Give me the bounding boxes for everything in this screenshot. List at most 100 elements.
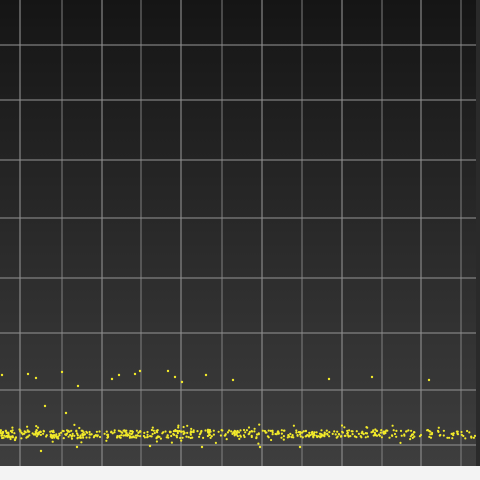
data-point [346,429,349,432]
data-point [146,430,149,434]
data-point [257,432,260,435]
data-point [189,436,192,440]
data-point [341,430,344,433]
data-point [34,376,38,380]
data-point [187,436,190,439]
data-point [139,435,142,438]
data-point [295,431,298,434]
data-point [452,432,455,435]
data-point [35,425,38,428]
data-point [280,429,283,432]
data-point [221,429,224,432]
data-point [82,436,85,439]
data-point [236,429,239,433]
data-point [39,430,42,434]
data-point [4,429,7,432]
data-point [20,437,23,440]
data-point [323,435,326,438]
data-point [110,431,113,434]
data-point [225,438,228,441]
data-point [0,434,3,437]
data-point [390,434,394,437]
data-point [455,430,458,433]
data-point [105,430,108,433]
data-point [214,441,217,444]
data-point [138,369,142,373]
data-point [81,433,84,436]
data-point [182,430,185,433]
data-point [239,434,242,437]
data-point [85,436,88,439]
data-point [181,436,184,439]
data-point [347,434,350,437]
data-point [26,425,29,428]
data-point [325,429,328,432]
data-point [1,430,5,434]
data-point [230,430,233,433]
data-point [53,436,56,439]
data-point [95,430,98,433]
data-point [19,430,22,433]
data-point [392,429,395,432]
data-point [152,429,155,432]
data-point [196,430,199,433]
data-point [320,429,323,432]
data-point [315,431,318,434]
data-point [337,432,340,436]
data-point [180,439,183,442]
data-point [375,434,379,437]
data-point [298,433,302,436]
data-point [172,432,175,436]
data-point [399,441,402,444]
data-point [378,434,381,437]
data-point [39,433,43,436]
data-point [366,435,369,438]
data-point [42,430,46,433]
data-point [62,437,65,440]
data-point [113,431,116,434]
data-point [88,430,91,434]
data-point [121,431,124,434]
data-point [151,426,154,429]
data-point [98,430,101,433]
data-point [51,440,54,443]
data-point [297,431,300,434]
data-point [327,377,331,381]
data-point [76,434,79,437]
data-point [395,429,398,432]
data-point [282,438,285,441]
data-point [80,429,83,432]
data-point [274,432,277,436]
data-point [439,433,442,437]
data-point [208,431,211,434]
data-point [60,370,64,374]
data-point [64,411,68,415]
data-point [70,435,73,438]
data-point [212,429,215,432]
data-point [456,432,459,435]
data-point [11,431,14,434]
data-point [11,435,14,439]
data-point [165,436,168,439]
data-point [380,429,383,432]
data-point [36,426,40,429]
data-point [210,435,213,438]
data-point [247,433,250,436]
data-point [364,436,367,439]
data-point [190,427,193,430]
data-point [119,430,122,433]
data-point [170,441,173,444]
data-point [405,430,408,433]
data-point [450,432,453,435]
data-point [180,430,183,433]
data-point [45,435,48,438]
data-point [9,437,12,441]
data-point [326,432,329,435]
data-point [258,445,262,449]
data-point [261,429,264,432]
data-point [34,432,38,435]
data-point [143,436,146,439]
data-point [280,432,283,435]
data-point [153,431,156,435]
data-point [451,437,454,440]
